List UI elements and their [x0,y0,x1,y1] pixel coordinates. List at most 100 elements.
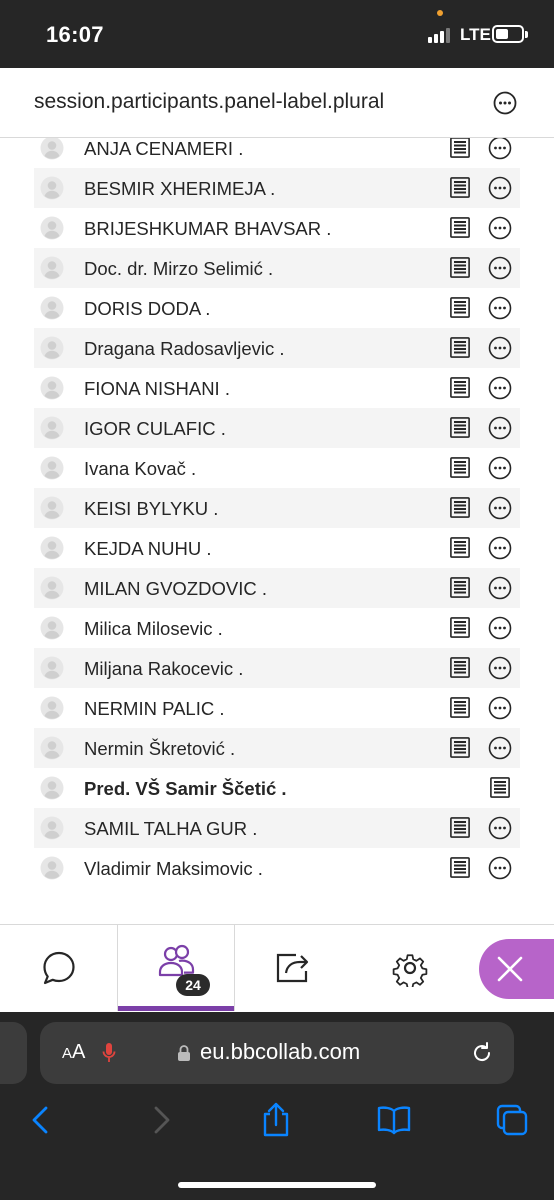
participant-row[interactable]: SAMIL TALHA GUR . [34,808,520,848]
participant-row[interactable]: Dragana Radosavljevic . [34,328,520,368]
participant-details-icon[interactable] [450,457,470,478]
chat-button[interactable] [0,925,118,1011]
share-content-button[interactable] [234,925,352,1011]
close-icon [497,956,523,982]
participant-details-icon[interactable] [450,617,470,638]
panel-header: session.participants.panel-label.plural [0,68,554,138]
participant-details-icon[interactable] [450,257,470,278]
microphone-icon[interactable] [102,1042,116,1064]
participant-name: Miljana Rakocevic . [84,658,244,679]
participant-more-options-icon[interactable] [488,816,512,840]
participant-details-icon[interactable] [450,417,470,438]
participant-row[interactable]: Milica Milosevic . [34,608,520,648]
settings-button[interactable] [351,925,469,1011]
home-indicator [178,1182,376,1188]
status-time: 16:07 [46,22,104,47]
panel-title: session.participants.panel-label.plural [34,90,385,113]
participant-details-icon[interactable] [450,217,470,238]
participant-row[interactable]: Doc. dr. Mirzo Selimić . [34,248,520,288]
participant-row[interactable]: ANJA CENAMERI . [34,138,520,168]
privacy-indicator-dot [437,10,443,16]
avatar-icon [40,176,64,200]
participant-details-icon[interactable] [450,337,470,358]
participant-more-options-icon[interactable] [488,576,512,600]
participant-row[interactable]: KEISI BYLYKU . [34,488,520,528]
lock-icon [178,1045,190,1061]
participant-row[interactable]: KEJDA NUHU . [34,528,520,568]
participant-name: KEJDA NUHU . [84,538,212,559]
participant-row[interactable]: Miljana Rakocevic . [34,648,520,688]
close-panel-button[interactable] [479,939,554,999]
participant-more-options-icon[interactable] [488,256,512,280]
participant-more-options-icon[interactable] [488,496,512,520]
avatar-icon [40,816,64,840]
participant-row[interactable]: DORIS DODA . [34,288,520,328]
participant-row[interactable]: NERMIN PALIC . [34,688,520,728]
settings-icon [392,954,428,987]
participant-details-icon[interactable] [450,138,470,158]
signal-strength-icon [428,27,452,43]
participant-row[interactable]: Nermin Škretović . [34,728,520,768]
participant-name: Vladimir Maksimovic . [84,858,263,879]
participant-more-options-icon[interactable] [488,296,512,320]
participant-name: MILAN GVOZDOVIC . [84,578,267,599]
participant-details-icon[interactable] [450,177,470,198]
participant-name: BRIJESHKUMAR BHAVSAR . [84,218,332,239]
avatar-icon [40,376,64,400]
participant-more-options-icon[interactable] [488,216,512,240]
participant-more-options-icon[interactable] [488,138,512,160]
avatar-icon [40,856,64,880]
participant-more-options-icon[interactable] [488,456,512,480]
participant-details-icon[interactable] [450,377,470,398]
participant-more-options-icon[interactable] [488,376,512,400]
avatar-icon [40,616,64,640]
participant-row[interactable]: Pred. VŠ Samir Ščetić . [34,768,520,808]
address-bar[interactable]: AA eu.bbcollab.com [40,1022,514,1084]
participant-more-options-icon[interactable] [488,336,512,360]
participant-name: KEISI BYLYKU . [84,498,219,519]
participant-details-icon[interactable] [490,777,510,798]
bottom-toolbar: 24 [0,924,554,1012]
more-options-icon[interactable] [493,91,517,115]
participant-details-icon[interactable] [450,697,470,718]
avatar-icon [40,656,64,680]
participant-row[interactable]: FIONA NISHANI . [34,368,520,408]
avatar-icon [40,256,64,280]
previous-tab-edge[interactable] [0,1022,27,1084]
participant-details-icon[interactable] [450,817,470,838]
avatar-icon [40,456,64,480]
participant-details-icon[interactable] [450,297,470,318]
participant-more-options-icon[interactable] [488,536,512,560]
participant-details-icon[interactable] [450,577,470,598]
participant-details-icon[interactable] [450,657,470,678]
forward-icon[interactable] [142,1102,178,1138]
participant-more-options-icon[interactable] [488,176,512,200]
participant-details-icon[interactable] [450,497,470,518]
avatar-icon [40,536,64,560]
participant-details-icon[interactable] [450,537,470,558]
participant-row[interactable]: IGOR CULAFIC . [34,408,520,448]
participant-more-options-icon[interactable] [488,416,512,440]
participant-more-options-icon[interactable] [488,736,512,760]
participant-list: ANJA CENAMERI . BESMIR XHERIMEJA . BRIJESH… [0,138,554,924]
participant-details-icon[interactable] [450,857,470,878]
participant-more-options-icon[interactable] [488,616,512,640]
participant-more-options-icon[interactable] [488,856,512,880]
participants-button[interactable]: 24 [117,925,235,1011]
participant-more-options-icon[interactable] [488,656,512,680]
participant-name: Doc. dr. Mirzo Selimić . [84,258,274,279]
share-sheet-icon[interactable] [258,1102,294,1138]
reader-settings-button[interactable]: AA [62,1041,85,1064]
bookmarks-icon[interactable] [376,1102,412,1138]
participant-row[interactable]: MILAN GVOZDOVIC . [34,568,520,608]
participant-more-options-icon[interactable] [488,696,512,720]
tabs-icon[interactable] [494,1102,530,1138]
participant-row[interactable]: BRIJESHKUMAR BHAVSAR . [34,208,520,248]
avatar-icon [40,776,64,800]
reload-icon[interactable] [470,1041,494,1065]
back-icon[interactable] [24,1102,60,1138]
participant-row[interactable]: Vladimir Maksimovic . [34,848,520,888]
participant-details-icon[interactable] [450,737,470,758]
participant-row[interactable]: BESMIR XHERIMEJA . [34,168,520,208]
participant-row[interactable]: Ivana Kovač . [34,448,520,488]
